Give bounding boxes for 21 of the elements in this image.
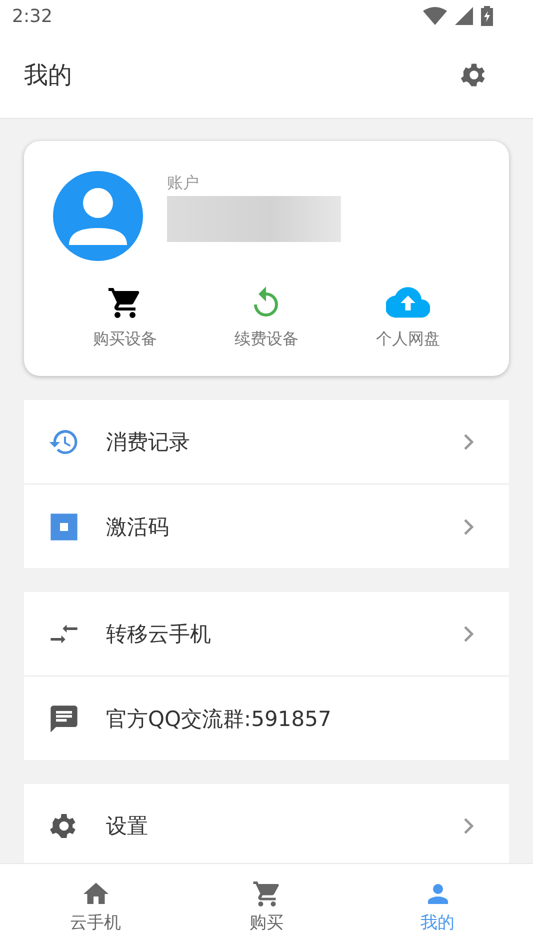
account-label: 账户 (167, 172, 200, 194)
quick-action[interactable]: 续费设备 (234, 285, 298, 350)
battery-icon (481, 6, 493, 26)
signal-icon (455, 7, 473, 25)
menu-item[interactable]: 设置 (24, 784, 509, 863)
menu-item[interactable]: 官方QQ交流群:591857 (24, 677, 509, 760)
chat-icon (48, 702, 80, 734)
status-time: 2:32 (12, 6, 52, 26)
quick-action[interactable]: 个人网盘 (376, 285, 440, 350)
nav-tab[interactable]: 云手机 (36, 864, 156, 948)
wifi-icon (423, 7, 447, 25)
menu-item[interactable]: 转移云手机 (24, 592, 509, 675)
nav-tab[interactable]: 我的 (378, 864, 498, 948)
quick-action[interactable]: 购买设备 (92, 285, 157, 350)
nav-tab[interactable]: 购买 (206, 864, 326, 948)
menu-item[interactable]: 消费记录 (24, 400, 509, 483)
page-title: 我的 (24, 60, 72, 91)
square-icon (48, 510, 80, 542)
avatar-icon (53, 171, 143, 261)
menu-item[interactable]: 激活码 (24, 485, 509, 568)
cart-icon (252, 878, 282, 908)
